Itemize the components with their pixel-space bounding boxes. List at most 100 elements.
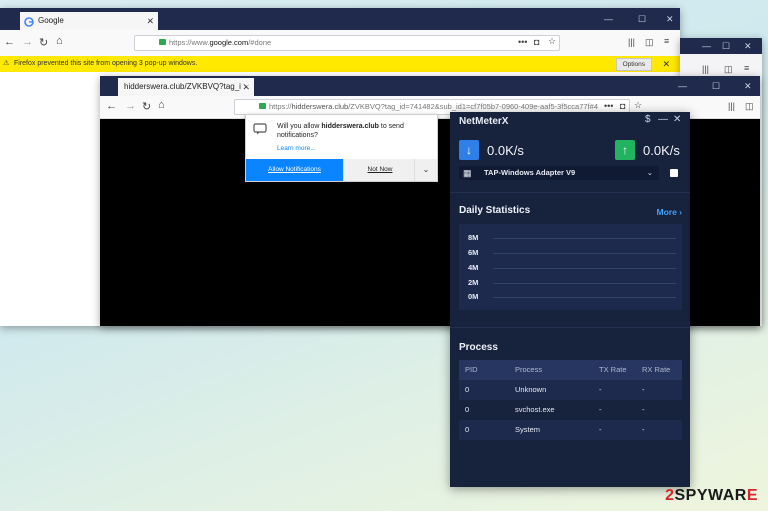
bg-library-icon[interactable]: ||| [702, 64, 709, 74]
cell-tx: - [599, 405, 602, 414]
y-tick: 2M [468, 278, 479, 287]
back-icon[interactable]: ← [106, 100, 117, 112]
library-icon[interactable]: ||| [628, 37, 635, 47]
network-adapter-icon: ▦ [463, 168, 472, 178]
message-site: hidderswera.club [321, 123, 379, 130]
not-now-button[interactable]: Not Now [343, 159, 416, 181]
back-icon[interactable]: ← [4, 36, 15, 48]
gridline [493, 268, 676, 269]
page-left-panel [0, 72, 100, 326]
warning-icon: ⚠ [3, 60, 10, 67]
tab-hidderswera[interactable]: hidderswera.club/ZVKBVQ?tag_i ✕ [118, 78, 254, 96]
bg-maximize-icon[interactable]: ☐ [722, 38, 730, 54]
column-header[interactable]: PID [465, 360, 478, 380]
bg-close-icon[interactable]: ✕ [744, 38, 752, 54]
menu-icon[interactable]: ≡ [664, 36, 669, 46]
maximize-icon[interactable]: ☐ [712, 76, 720, 96]
page-actions-icon[interactable]: ••• [518, 37, 527, 47]
table-row[interactable]: 0 svchost.exe - - [459, 400, 682, 420]
chat-bubble-icon [253, 123, 267, 137]
cell-process: System [515, 425, 541, 434]
upload-arrow-icon: ↑ [615, 140, 635, 160]
cell-pid: 0 [465, 405, 470, 414]
home-icon[interactable]: ⌂ [158, 99, 165, 111]
bookmark-star-icon[interactable]: ☆ [548, 36, 556, 47]
close-window-icon[interactable]: ✕ [744, 76, 752, 96]
cell-rx: - [642, 405, 645, 414]
cell-tx: - [599, 425, 602, 434]
adapter-select[interactable]: ▦ TAP-Windows Adapter V9 ⌄ [459, 166, 659, 180]
close-window-icon[interactable]: ✕ [666, 8, 674, 30]
options-button[interactable]: Options [615, 58, 652, 71]
table-row[interactable]: 0 Unknown - - [459, 380, 682, 400]
popup-blocked-bar: ⚠ Firefox prevented this site from openi… [0, 56, 680, 72]
url-suffix: /#done [248, 38, 272, 47]
cell-process: Unknown [515, 385, 547, 394]
bg-menu-icon[interactable]: ≡ [744, 63, 749, 73]
maximize-icon[interactable]: ☐ [638, 8, 646, 30]
close-icon[interactable]: ✕ [673, 114, 681, 125]
library-icon[interactable]: ||| [728, 101, 735, 111]
reload-icon[interactable]: ↻ [39, 36, 48, 49]
divider [450, 327, 690, 328]
adapter-checkbox[interactable] [670, 169, 678, 177]
column-header[interactable]: TX Rate [599, 360, 627, 380]
minimize-icon[interactable]: — [658, 114, 668, 125]
cell-pid: 0 [465, 385, 470, 394]
daily-statistics-title: Daily Statistics [459, 205, 531, 216]
new-tab-icon[interactable]: + [144, 10, 152, 25]
google-icon [24, 16, 34, 27]
sidebar-icon[interactable]: ◫ [645, 37, 654, 48]
url-prefix: https://www. [169, 38, 210, 47]
new-tab-icon[interactable]: + [244, 76, 252, 91]
url-prefix: https:// [269, 102, 292, 111]
url-bar[interactable]: https://www.google.com/#done [134, 35, 560, 51]
home-icon[interactable]: ⌂ [56, 35, 63, 47]
table-header-row: PID Process TX Rate RX Rate [459, 360, 682, 380]
reload-icon[interactable]: ↻ [142, 100, 151, 113]
bg-sidebar-icon[interactable]: ◫ [724, 64, 733, 75]
pocket-icon[interactable]: ◘ [534, 37, 539, 47]
popup-blocked-message: Firefox prevented this site from opening… [14, 60, 198, 67]
gridline [493, 283, 676, 284]
tab-title: hidderswera.club/ZVKBVQ?tag_i [124, 82, 241, 91]
learn-more-link[interactable]: Learn more... [277, 145, 316, 152]
watermark-suffix: E [746, 487, 758, 504]
sidebar-icon[interactable]: ◫ [745, 101, 754, 112]
gridline [493, 297, 676, 298]
back-titlebar: Google ✕ + [0, 8, 680, 30]
column-header[interactable]: RX Rate [642, 360, 670, 380]
page-actions-icon[interactable]: ••• [604, 101, 613, 111]
tab-title: Google [38, 16, 64, 25]
forward-icon[interactable]: → [125, 100, 136, 112]
close-bar-icon[interactable]: ✕ [662, 56, 670, 72]
back-window-controls: — ☐ ✕ [580, 8, 680, 30]
dollar-icon[interactable]: $ [645, 114, 651, 125]
upload-speed: 0.0K/s [643, 143, 680, 158]
column-header[interactable]: Process [515, 360, 542, 380]
daily-statistics-graph: 8M 6M 4M 2M 0M [459, 224, 682, 310]
pocket-icon[interactable]: ◘ [620, 101, 625, 111]
watermark-brand: SPYWAR [674, 487, 747, 504]
divider [450, 192, 690, 193]
process-table: PID Process TX Rate RX Rate 0 Unknown - … [459, 360, 682, 440]
y-tick: 0M [468, 292, 479, 301]
chevron-down-icon[interactable]: ⌄ [414, 159, 437, 181]
permission-message: Will you allow hidderswera.club to send … [277, 122, 427, 140]
cell-pid: 0 [465, 425, 470, 434]
more-link[interactable]: More › [656, 207, 682, 217]
bookmark-star-icon[interactable]: ☆ [634, 100, 642, 111]
message-pre: Will you allow [277, 123, 322, 130]
background-titlebar: — ☐ ✕ [680, 38, 762, 54]
table-row[interactable]: 0 System - - [459, 420, 682, 440]
forward-icon[interactable]: → [22, 36, 33, 48]
tab-google[interactable]: Google ✕ [20, 12, 158, 30]
notification-permission-popup: Will you allow hidderswera.club to send … [245, 114, 438, 182]
minimize-icon[interactable]: — [604, 8, 613, 30]
minimize-icon[interactable]: — [678, 76, 687, 96]
cell-tx: - [599, 385, 602, 394]
allow-notifications-button[interactable]: Allow Notifications [246, 159, 343, 181]
cell-process: svchost.exe [515, 405, 555, 414]
back-toolbar: ← → ↻ ⌂ https://www.google.com/#done •••… [0, 30, 680, 57]
bg-minimize-icon[interactable]: — [702, 38, 711, 54]
